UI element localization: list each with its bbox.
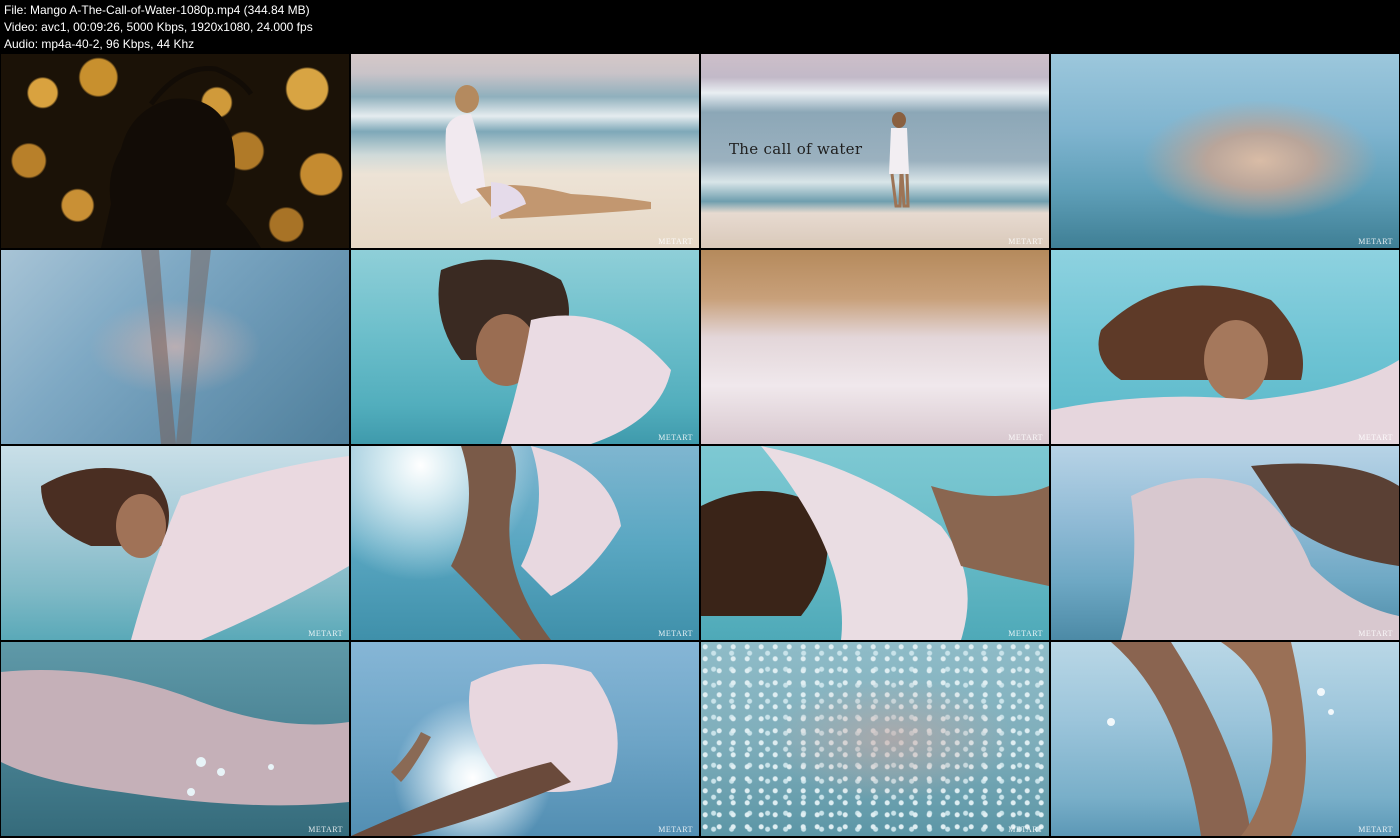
frame-thumbnail-2[interactable]: METART xyxy=(351,54,699,248)
watermark: METART xyxy=(1008,433,1043,442)
sun-fabric-shape xyxy=(351,664,618,836)
watermark: METART xyxy=(1008,237,1043,246)
bubbles-figure-shape xyxy=(1,670,349,806)
figure-sitting xyxy=(445,85,651,219)
frame-thumbnail-9[interactable]: METART xyxy=(1,446,349,640)
frame-thumbnail-8[interactable]: METART xyxy=(1051,250,1399,444)
sky-figure-shape xyxy=(1121,463,1399,640)
frame-thumbnail-14[interactable]: METART xyxy=(351,642,699,836)
video-line: Video: avc1, 00:09:26, 5000 Kbps, 1920x1… xyxy=(4,20,313,34)
watermark: METART xyxy=(1358,629,1393,638)
legs-bubbles-shape xyxy=(1107,642,1334,836)
silhouette-shape xyxy=(101,65,261,248)
frame-thumbnail-10[interactable]: METART xyxy=(351,446,699,640)
watermark: METART xyxy=(1358,237,1393,246)
legs-shape xyxy=(141,250,211,444)
sunray-figure-shape xyxy=(451,446,621,640)
file-info-header: File: Mango A-The-Call-of-Water-1080p.mp… xyxy=(4,2,313,53)
watermark: METART xyxy=(1358,825,1393,834)
watermark: METART xyxy=(308,629,343,638)
watermark: METART xyxy=(658,629,693,638)
frame-thumbnail-12[interactable]: METART xyxy=(1051,446,1399,640)
watermark: METART xyxy=(658,237,693,246)
watermark: METART xyxy=(308,825,343,834)
portrait-shape xyxy=(438,259,671,444)
frame-thumbnail-6[interactable]: METART xyxy=(351,250,699,444)
frame-thumbnail-5[interactable] xyxy=(1,250,349,444)
watermark: METART xyxy=(1008,629,1043,638)
hair-figure-shape xyxy=(701,446,1049,640)
frame-thumbnail-3[interactable]: The call of water METART xyxy=(701,54,1049,248)
frame-thumbnail-15[interactable]: METART xyxy=(701,642,1049,836)
watermark: METART xyxy=(658,825,693,834)
frame-thumbnail-1[interactable] xyxy=(1,54,349,248)
arms-up-shape xyxy=(41,456,349,640)
file-line: File: Mango A-The-Call-of-Water-1080p.mp… xyxy=(4,3,310,17)
audio-line: Audio: mp4a-40-2, 96 Kbps, 44 Khz xyxy=(4,37,195,51)
frame-thumbnail-13[interactable]: METART xyxy=(1,642,349,836)
watermark: METART xyxy=(658,433,693,442)
watermark: METART xyxy=(1358,433,1393,442)
frame-thumbnail-4[interactable]: METART xyxy=(1051,54,1399,248)
frame-thumbnail-7[interactable]: METART xyxy=(701,250,1049,444)
smile-portrait-shape xyxy=(1051,285,1399,444)
frame-thumbnail-11[interactable]: METART xyxy=(701,446,1049,640)
title-overlay-text: The call of water xyxy=(729,140,863,158)
frame-thumbnail-16[interactable]: METART xyxy=(1051,642,1399,836)
thumbnail-grid: METART The call of water METART METART M… xyxy=(1,54,1399,837)
contact-sheet: File: Mango A-The-Call-of-Water-1080p.mp… xyxy=(0,0,1400,838)
watermark: METART xyxy=(1008,825,1043,834)
